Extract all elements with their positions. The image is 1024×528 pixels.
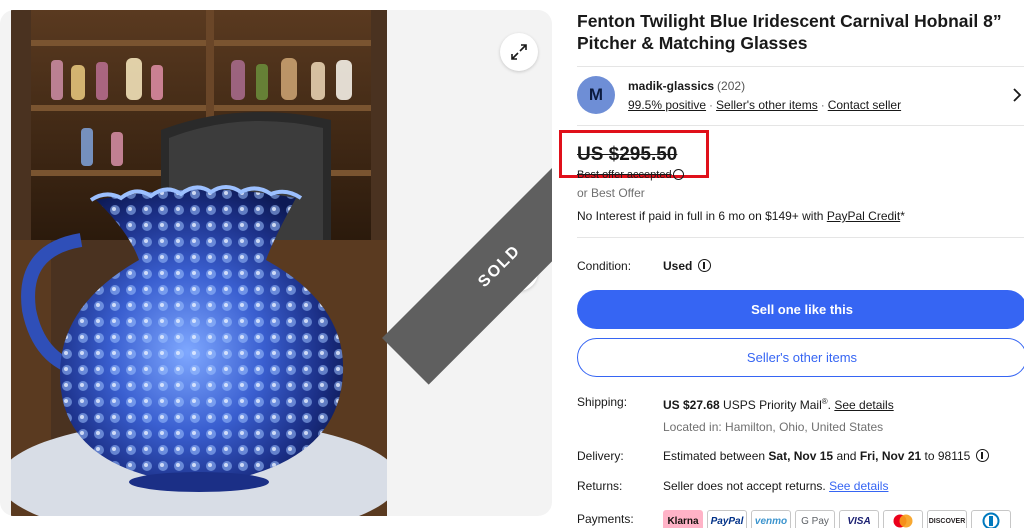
- mastercard-logo: [893, 514, 913, 528]
- chevron-right-icon[interactable]: [1010, 87, 1024, 103]
- expand-icon: [511, 44, 527, 60]
- info-icon[interactable]: [672, 169, 684, 180]
- visa-icon: VISA: [839, 510, 879, 528]
- delivery-label: Delivery:: [577, 449, 624, 463]
- diners-club-icon: [971, 510, 1011, 528]
- info-icon[interactable]: [976, 449, 990, 462]
- seller-name[interactable]: madik-glassics: [628, 79, 714, 93]
- mastercard-icon: [883, 510, 923, 528]
- delivery-end: Fri, Nov 21: [859, 449, 922, 463]
- seller-card[interactable]: M madik-glassics (202) 99.5% positive · Sel…: [577, 66, 1024, 126]
- discover-icon: DISCOVER: [927, 510, 967, 528]
- delivery-value: Estimated between Sat, Nov 15 and Fri, N…: [663, 449, 990, 463]
- next-image-button[interactable]: [500, 253, 538, 291]
- item-location: Located in: Hamilton, Ohio, United State…: [663, 420, 884, 434]
- image-gallery: SOLD: [0, 10, 552, 516]
- seller-avatar[interactable]: M: [577, 76, 615, 114]
- google-pay-icon: G Pay: [795, 510, 835, 528]
- klarna-icon: Klarna: [663, 510, 703, 528]
- best-offer-accepted: Best offer accepted: [577, 169, 684, 181]
- financing-suffix: *: [900, 209, 905, 223]
- pitcher-photo: [11, 10, 387, 516]
- separator: ·: [820, 98, 825, 112]
- seller-other-items-link[interactable]: Seller's other items: [716, 98, 818, 112]
- sell-one-like-this-button[interactable]: Sell one like this: [577, 290, 1024, 329]
- price: US $295.50: [577, 144, 678, 165]
- shipping-see-details-link[interactable]: See details: [834, 398, 893, 412]
- shipping-value: US $27.68 USPS Priority Mail®. See detai…: [663, 397, 894, 412]
- condition-text: Used: [663, 259, 693, 273]
- contact-seller-link[interactable]: Contact seller: [828, 98, 901, 112]
- financing-text: No Interest if paid in full in 6 mo on $…: [577, 209, 827, 223]
- diners-logo: [982, 512, 1000, 528]
- divider: [577, 237, 1024, 238]
- listing-title: Fenton Twilight Blue Iridescent Carnival…: [577, 11, 1002, 53]
- returns-text: Seller does not accept returns.: [663, 479, 830, 493]
- seller-positive-link[interactable]: 99.5% positive: [628, 98, 706, 112]
- delivery-suffix: to 98115: [921, 449, 971, 463]
- seller-name-line: madik-glassics (202): [628, 79, 745, 93]
- payment-methods: Klarna PayPal venmo G Pay VISA DISCOVER: [663, 510, 1011, 528]
- best-offer-accepted-text: Best offer accepted: [577, 169, 672, 181]
- paypal-icon: PayPal: [707, 510, 747, 528]
- financing-note: No Interest if paid in full in 6 mo on $…: [577, 209, 905, 223]
- info-icon[interactable]: [698, 259, 712, 272]
- paypal-credit-link[interactable]: PayPal Credit: [827, 209, 900, 223]
- delivery-and: and: [833, 449, 860, 463]
- venmo-icon: venmo: [751, 510, 791, 528]
- visa-label: VISA: [847, 515, 871, 527]
- condition-value: Used: [663, 259, 712, 273]
- main-product-image[interactable]: [11, 10, 387, 516]
- separator: ·: [709, 98, 714, 112]
- expand-image-button[interactable]: [500, 33, 538, 71]
- returns-see-details-link[interactable]: See details: [829, 479, 888, 493]
- shipping-price: US $27.68: [663, 398, 720, 412]
- seller-feedback-count: (202): [717, 79, 746, 93]
- returns-value: Seller does not accept returns. See deta…: [663, 479, 888, 493]
- payments-label: Payments:: [577, 512, 634, 526]
- delivery-start: Sat, Nov 15: [768, 449, 834, 463]
- delivery-prefix: Estimated between: [663, 449, 769, 463]
- seller-links: 99.5% positive · Seller's other items · Cont…: [628, 98, 901, 112]
- shipping-method: USPS Priority Mail: [719, 398, 822, 412]
- chevron-right-icon: [515, 265, 524, 279]
- returns-label: Returns:: [577, 479, 623, 493]
- sellers-other-items-button[interactable]: Seller's other items: [577, 338, 1024, 377]
- or-best-offer: or Best Offer: [577, 186, 645, 200]
- shipping-label: Shipping:: [577, 395, 628, 409]
- condition-label: Condition:: [577, 259, 632, 273]
